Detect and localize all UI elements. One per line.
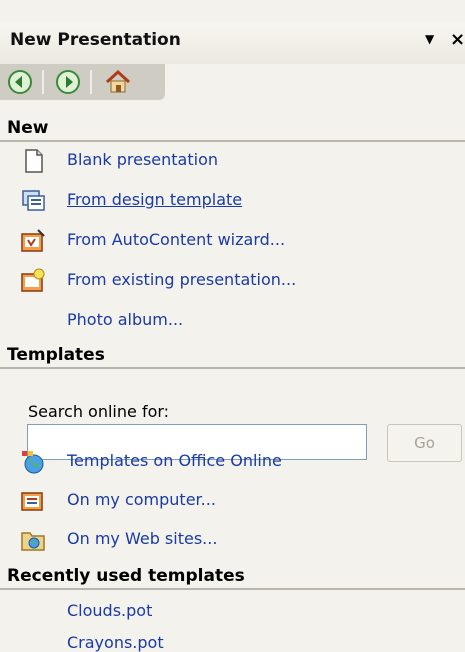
recent-template-crayons[interactable]: Crayons.pot: [67, 633, 164, 652]
task-photo-album[interactable]: Photo album...: [0, 305, 440, 337]
design-template-icon: [22, 190, 45, 211]
section-divider: [0, 367, 465, 369]
home-button[interactable]: [104, 68, 132, 96]
section-header-templates: Templates: [0, 345, 465, 369]
task-pane-title: New Presentation: [10, 30, 181, 50]
section-header-new-label: New: [7, 118, 49, 138]
task-pane-dropdown-icon[interactable]: ▼: [425, 32, 434, 46]
task-pane-close-icon[interactable]: ×: [450, 29, 465, 50]
section-header-templates-label: Templates: [7, 345, 105, 365]
section-header-recent-templates: Recently used templates: [0, 566, 465, 590]
search-online-label: Search online for:: [28, 402, 170, 421]
back-button[interactable]: [6, 68, 34, 96]
task-blank-presentation[interactable]: Blank presentation: [0, 145, 440, 177]
section-divider: [0, 588, 465, 590]
forward-arrow-icon: [56, 70, 80, 94]
task-from-autocontent-wizard-label[interactable]: From AutoContent wizard...: [67, 230, 285, 249]
task-templates-office-online[interactable]: Templates on Office Online: [0, 446, 440, 478]
task-blank-presentation-label[interactable]: Blank presentation: [67, 150, 218, 169]
recent-template-clouds[interactable]: Clouds.pot: [67, 601, 152, 620]
home-icon: [105, 69, 131, 93]
autocontent-wizard-icon: [21, 229, 45, 252]
task-from-existing-presentation[interactable]: From existing presentation...: [0, 265, 440, 297]
section-header-recent-templates-label: Recently used templates: [7, 566, 245, 586]
nav-separator: [90, 70, 92, 94]
back-arrow-icon: [8, 70, 32, 94]
task-photo-album-label[interactable]: Photo album...: [67, 310, 183, 329]
task-templates-office-online-label[interactable]: Templates on Office Online: [67, 451, 282, 470]
task-from-autocontent-wizard[interactable]: From AutoContent wizard...: [0, 225, 440, 257]
section-divider: [0, 140, 465, 142]
task-from-design-template[interactable]: From design template: [0, 185, 440, 217]
task-from-design-template-label[interactable]: From design template: [67, 190, 242, 209]
task-pane-titlebar: New Presentation ▼ ×: [0, 22, 465, 64]
task-from-existing-presentation-label[interactable]: From existing presentation...: [67, 270, 296, 289]
office-online-icon: [22, 451, 44, 474]
web-folder-icon: [21, 532, 45, 551]
forward-button[interactable]: [54, 68, 82, 96]
my-computer-icon: [21, 492, 43, 511]
existing-presentation-icon: [21, 268, 45, 292]
task-on-my-computer-label[interactable]: On my computer...: [67, 490, 216, 509]
nav-separator: [42, 70, 44, 94]
task-on-my-computer[interactable]: On my computer...: [0, 485, 440, 517]
task-on-my-web-sites[interactable]: On my Web sites...: [0, 524, 440, 556]
section-header-new: New: [0, 118, 465, 142]
task-on-my-web-sites-label[interactable]: On my Web sites...: [67, 529, 217, 548]
task-pane-nav-bar: [0, 64, 165, 100]
blank-page-icon: [25, 149, 43, 173]
